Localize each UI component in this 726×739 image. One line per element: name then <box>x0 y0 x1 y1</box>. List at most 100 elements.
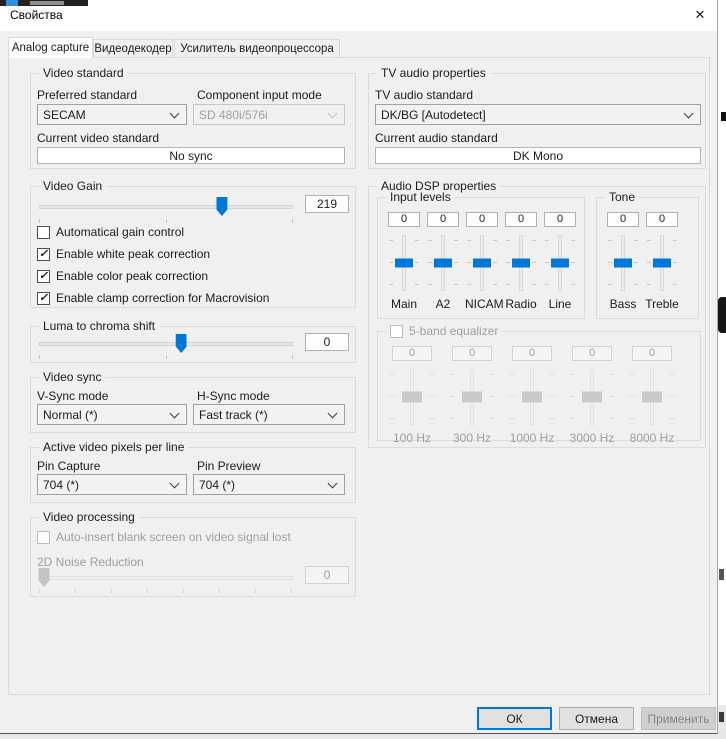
level-slider[interactable] <box>387 234 421 292</box>
band-value: 0 <box>392 346 432 361</box>
selected-value: Fast track (*) <box>199 408 268 422</box>
slider-thumb[interactable] <box>551 259 569 268</box>
agc-checkbox[interactable]: ✓ <box>37 226 50 239</box>
slider-thumb[interactable] <box>395 259 413 268</box>
slider-thumb[interactable] <box>473 259 491 268</box>
color-peak-label: Enable color peak correction <box>56 269 208 283</box>
pin-preview-select[interactable]: 704 (*) <box>193 474 345 495</box>
group-tone: Tone 0 Bass 0 Treble <box>596 197 699 319</box>
agc-label: Automatical gain control <box>56 225 184 239</box>
tone-slider[interactable] <box>606 234 640 292</box>
level-radio: 0 Radio <box>504 212 538 311</box>
equalizer-caption: ✓ 5-band equalizer <box>386 324 502 338</box>
level-slider[interactable] <box>426 234 460 292</box>
level-value: 0 <box>505 212 537 227</box>
preferred-standard-label: Preferred standard <box>37 88 137 102</box>
slider-thumb[interactable] <box>176 334 187 353</box>
tab-analog-capture[interactable]: Analog capture <box>8 37 93 58</box>
background-app-icon <box>6 0 18 6</box>
clamp-checkbox[interactable]: ✓ <box>37 292 50 305</box>
video-gain-slider[interactable] <box>39 197 293 216</box>
cancel-button[interactable]: Отмена <box>559 707 634 730</box>
slider-ticks <box>39 589 293 593</box>
level-value: 0 <box>544 212 576 227</box>
white-peak-checkbox[interactable]: ✓ <box>37 248 50 261</box>
white-peak-label: Enable white peak correction <box>56 247 210 261</box>
slider-thumb <box>39 568 50 587</box>
slider-thumb[interactable] <box>614 259 632 268</box>
level-slider[interactable] <box>504 234 538 292</box>
band-label: 8000 Hz <box>628 431 676 445</box>
slider-thumb[interactable] <box>653 259 671 268</box>
close-icon[interactable]: ✕ <box>691 6 709 24</box>
chevron-down-icon <box>328 109 338 119</box>
luma-shift-value: 0 <box>305 333 349 351</box>
group-title: Video processing <box>39 510 139 524</box>
band-slider <box>628 368 676 426</box>
slider-track[interactable] <box>39 342 293 346</box>
value-text: 0 <box>324 568 331 582</box>
tone-slider[interactable] <box>645 234 679 292</box>
background-title-text-fragment <box>30 1 64 5</box>
auto-blank-checkbox-row: ✓ Auto-insert blank screen on video sign… <box>37 530 291 544</box>
pin-capture-label: Pin Capture <box>37 459 100 473</box>
current-audio-standard-label: Current audio standard <box>375 131 498 145</box>
ok-button[interactable]: ОК <box>477 707 552 730</box>
slider-thumb[interactable] <box>216 197 227 216</box>
group-video-processing: Video processing ✓ Auto-insert blank scr… <box>30 517 356 597</box>
luma-shift-slider[interactable] <box>39 334 293 353</box>
level-label: Radio <box>504 297 538 311</box>
eq-band-1000: 0 1000 Hz <box>508 346 556 445</box>
slider-thumb <box>642 392 662 403</box>
slider-thumb[interactable] <box>512 259 530 268</box>
tab-video-amplifier[interactable]: Усилитель видеопроцессора <box>174 39 340 57</box>
slider-track[interactable] <box>39 205 293 209</box>
chevron-down-icon <box>684 109 694 119</box>
selected-value: Normal (*) <box>43 408 98 422</box>
group-video-gain: Video Gain 219 ✓ Automatical gain contro… <box>30 186 356 308</box>
group-video-standard: Video standard Preferred standard Compon… <box>30 73 356 169</box>
hsync-mode-select[interactable]: Fast track (*) <box>193 404 345 425</box>
level-slider[interactable] <box>543 234 577 292</box>
selected-value: 704 (*) <box>43 478 79 492</box>
slider-thumb <box>462 392 482 403</box>
chevron-down-icon <box>170 409 180 419</box>
group-tv-audio: TV audio properties TV audio standard DK… <box>368 73 706 169</box>
color-peak-checkbox-row: ✓ Enable color peak correction <box>37 269 208 283</box>
chevron-down-icon <box>170 109 180 119</box>
color-peak-checkbox[interactable]: ✓ <box>37 270 50 283</box>
eq-band-100: 0 100 Hz <box>388 346 436 445</box>
noise-reduction-label: 2D Noise Reduction <box>37 555 144 569</box>
group-title: Video sync <box>39 370 105 384</box>
slider-thumb <box>522 392 542 403</box>
band-label: 3000 Hz <box>568 431 616 445</box>
titlebar: Свойства ✕ <box>0 0 717 31</box>
pin-capture-select[interactable]: 704 (*) <box>37 474 187 495</box>
noise-reduction-value: 0 <box>305 566 349 584</box>
preferred-standard-select[interactable]: SECAM <box>37 104 187 125</box>
tone-label: Treble <box>645 297 679 311</box>
level-value: 0 <box>427 212 459 227</box>
clamp-checkbox-row: ✓ Enable clamp correction for Macrovisio… <box>37 291 269 305</box>
level-label: NICAM <box>465 297 499 311</box>
level-slider[interactable] <box>465 234 499 292</box>
group-input-levels: Input levels 0 Main 0 A2 0 NICAM 0 <box>377 197 585 319</box>
level-nicam: 0 NICAM <box>465 212 499 311</box>
slider-thumb <box>582 392 602 403</box>
chevron-down-icon <box>170 479 180 489</box>
selected-value: DK/BG [Autodetect] <box>381 108 486 122</box>
chevron-down-icon <box>328 409 338 419</box>
band-value: 0 <box>632 346 672 361</box>
band-slider <box>508 368 556 426</box>
group-title: Video standard <box>39 66 128 80</box>
agc-checkbox-row: ✓ Automatical gain control <box>37 225 184 239</box>
tv-audio-standard-select[interactable]: DK/BG [Autodetect] <box>375 104 701 125</box>
band-value: 0 <box>512 346 552 361</box>
vsync-mode-select[interactable]: Normal (*) <box>37 404 187 425</box>
slider-thumb[interactable] <box>434 259 452 268</box>
vsync-mode-label: V-Sync mode <box>37 389 108 403</box>
band-value: 0 <box>452 346 492 361</box>
level-value: 0 <box>466 212 498 227</box>
video-gain-value: 219 <box>305 195 349 213</box>
tab-video-decoder[interactable]: Видеодекодер <box>93 39 173 57</box>
